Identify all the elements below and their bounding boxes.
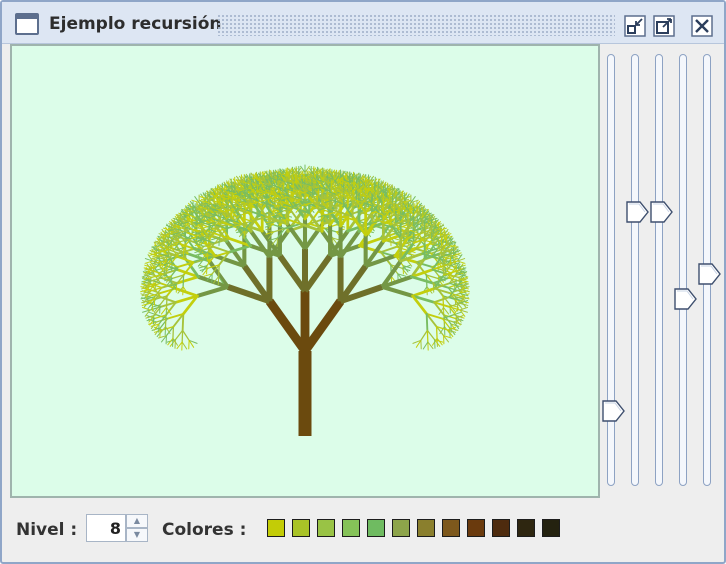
tree-branch <box>181 329 190 341</box>
color-swatch[interactable] <box>417 519 435 537</box>
title-bar[interactable]: Ejemplo recursión <box>2 2 724 44</box>
color-swatch[interactable] <box>467 519 485 537</box>
color-swatch[interactable] <box>292 519 310 537</box>
tree-branch <box>181 341 188 350</box>
close-button[interactable] <box>690 14 714 38</box>
control-bar: Nivel : 8 ▲ ▼ Colores : <box>2 500 724 562</box>
window-title: Ejemplo recursión <box>49 14 222 34</box>
nivel-spinner-input[interactable]: 8 <box>86 514 126 542</box>
nivel-label: Nivel : <box>16 520 78 540</box>
tree-branch <box>181 313 185 332</box>
color-swatch[interactable] <box>342 519 360 537</box>
window-icon <box>15 13 39 35</box>
color-swatch[interactable] <box>317 519 335 537</box>
tree-branch <box>425 313 429 332</box>
title-bar-grip[interactable] <box>217 14 615 36</box>
nivel-decrement-button[interactable]: ▼ <box>126 528 148 542</box>
arrow-down-icon: ▼ <box>133 530 141 539</box>
vertical-slider-track[interactable] <box>679 54 687 486</box>
tree-branch <box>420 329 429 341</box>
tree-branch <box>174 329 184 341</box>
app-window: Ejemplo recursión Nivel: 8 ▲ ▼ Colores … <box>0 0 726 564</box>
tree-branch <box>380 245 398 254</box>
color-swatch[interactable] <box>267 519 285 537</box>
close-icon <box>691 15 713 37</box>
tree-branch <box>277 254 308 293</box>
tree-branch <box>381 284 414 298</box>
tree-branch <box>302 254 333 293</box>
vertical-slider-track[interactable] <box>631 54 639 486</box>
tree-branch <box>433 287 451 295</box>
vertical-slider-track[interactable] <box>655 54 663 486</box>
arrow-up-icon: ▲ <box>133 516 141 525</box>
tree-branch <box>422 341 429 350</box>
slider-thumb[interactable] <box>602 400 626 423</box>
tree-branch <box>196 284 229 298</box>
maximize-icon <box>653 15 675 37</box>
color-swatch[interactable] <box>542 519 560 537</box>
tree-canvas[interactable] <box>10 44 600 498</box>
color-swatch[interactable] <box>392 519 410 537</box>
slider-thumb[interactable] <box>698 263 722 285</box>
color-swatch[interactable] <box>367 519 385 537</box>
color-swatch[interactable] <box>517 519 535 537</box>
minimize-button[interactable] <box>623 14 647 38</box>
nivel-increment-button[interactable]: ▲ <box>126 514 148 528</box>
tree-branch <box>212 245 230 254</box>
tree-branch <box>160 306 168 315</box>
color-swatch[interactable] <box>442 519 460 537</box>
slider-thumb[interactable] <box>626 201 650 223</box>
slider-thumb[interactable] <box>674 288 698 310</box>
fractal-tree <box>140 164 470 436</box>
color-swatch[interactable] <box>492 519 510 537</box>
tree-branch <box>149 277 163 282</box>
tree-branch <box>301 298 345 354</box>
maximize-button[interactable] <box>652 14 676 38</box>
colores-label: Colores : <box>162 520 247 540</box>
tree-branch <box>265 298 309 354</box>
tree-branch <box>442 306 450 315</box>
tree-branch <box>426 329 436 341</box>
minimize-icon <box>624 15 646 37</box>
slider-thumb[interactable] <box>650 201 674 223</box>
